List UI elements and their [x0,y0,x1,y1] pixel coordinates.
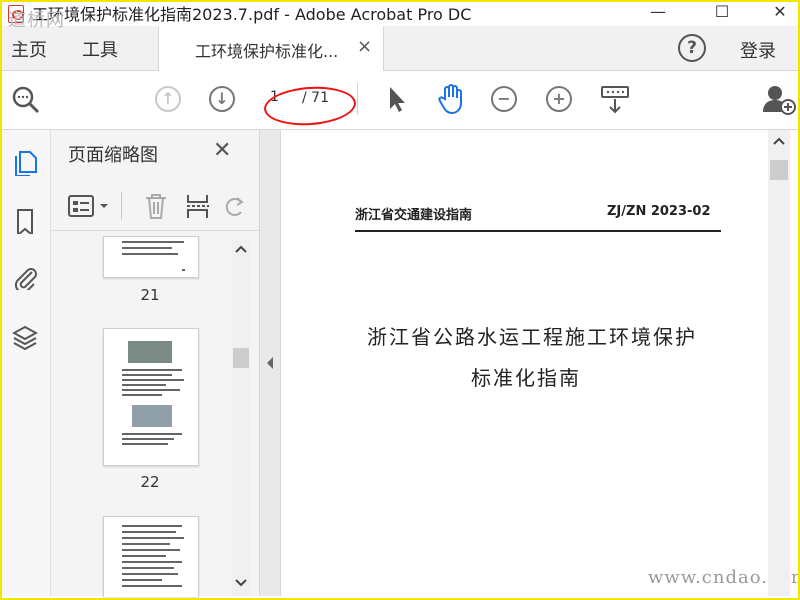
panel-title: 页面缩略图 [68,145,158,166]
tab-tools[interactable]: 工具 [82,36,118,62]
window-title: 工环境保护标准化指南2023.7.pdf - Adobe Acrobat Pro… [32,5,472,24]
thumbnail-page-number: 21 [140,286,160,304]
help-icon[interactable]: ? [678,34,706,62]
tab-document-label: 工环境保护标准化... [195,42,339,61]
rotate-icon[interactable] [223,192,247,220]
thumbnail-page-23[interactable] [103,516,199,597]
zoom-out-icon[interactable]: − [491,86,517,112]
panel-close-button[interactable]: ✕ [213,138,231,163]
tab-document[interactable]: 工环境保护标准化... × [158,26,384,71]
zoom-in-icon[interactable]: + [546,86,572,112]
next-page-icon[interactable]: ↓ [209,86,235,112]
prev-page-icon[interactable]: ↑ [155,86,181,112]
tab-close-button[interactable]: × [357,36,372,57]
bookmark-icon[interactable] [12,208,38,234]
scrollbar-thumb[interactable] [233,348,249,368]
attachment-icon[interactable] [12,264,38,290]
thumbnail-options-icon[interactable] [68,194,112,218]
scroll-mode-icon[interactable] [600,85,630,115]
select-cursor-icon[interactable] [386,85,408,113]
pages-icon[interactable] [12,150,38,176]
toolbar: ↑ ↓ 1 / 71 − + [2,71,798,130]
thumbnail-panel: 页面缩略图 ✕ 21 22 [51,130,260,597]
scrollbar-thumb[interactable] [770,160,788,180]
scroll-down-icon[interactable] [235,578,247,588]
toolbar-divider [357,83,358,115]
panel-toolbar-divider [121,192,122,220]
close-window-button[interactable]: ✕ [760,2,800,24]
login-button[interactable]: 登录 [740,37,776,63]
tab-home[interactable]: 主页 [11,36,47,62]
left-rail [2,130,51,596]
maximize-button[interactable]: ☐ [702,2,742,24]
panel-collapse-handle[interactable] [260,130,281,596]
scroll-up-icon[interactable] [235,244,247,254]
search-icon[interactable] [10,85,42,115]
thumbnail-page-22[interactable] [103,328,199,466]
document-view: 浙江省交通建设指南 ZJ/ZN 2023-02 浙江省公路水运工程施工环境保护 … [281,130,800,596]
doc-header-rule [355,230,721,232]
extract-pages-icon[interactable] [185,192,211,220]
tab-bar: 主页 工具 工环境保护标准化... × ? 登录 [2,26,798,71]
hand-tool-icon[interactable] [436,83,468,115]
collapse-arrow-icon [267,357,273,369]
thumbnail-page-21[interactable] [103,236,199,278]
minimize-button[interactable]: — [638,2,678,24]
scroll-up-icon[interactable] [773,136,785,146]
thumbnail-scrollbar[interactable] [232,240,250,596]
panel-toolbar [51,182,259,231]
doc-title-line1: 浙江省公路水运工程施工环境保护 [367,325,697,349]
thumbnail-page-number: 22 [140,473,160,491]
doc-header-right: ZJ/ZN 2023-02 [607,204,711,219]
doc-header-left: 浙江省交通建设指南 [355,208,473,223]
layers-icon[interactable] [12,324,38,350]
share-user-icon[interactable] [762,83,796,115]
delete-icon[interactable] [143,192,169,220]
watermark-top-left: 道桥网 [8,10,65,31]
doc-title-line2: 标准化指南 [471,366,581,390]
title-bar: 工环境保护标准化指南2023.7.pdf - Adobe Acrobat Pro… [2,2,798,24]
document-scrollbar[interactable] [768,130,790,596]
